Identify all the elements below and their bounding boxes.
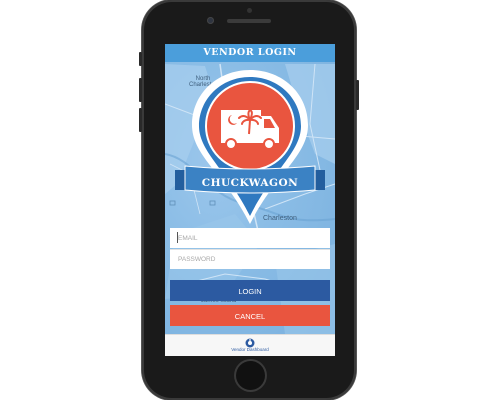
password-field[interactable] [170,249,330,269]
volume-down-button [139,108,142,132]
earpiece-speaker [227,19,271,23]
tab-label: Vendor Dashboard [231,347,269,352]
volume-up-button [139,78,142,102]
chuckwagon-logo [175,70,325,224]
mute-switch [139,52,142,66]
page-title: VENDOR LOGIN [165,44,335,62]
tab-vendor-dashboard[interactable]: Vendor Dashboard [220,336,280,356]
email-field[interactable] [170,228,330,248]
login-button[interactable]: LOGIN [170,280,330,301]
tab-bar: Vendor Dashboard [165,334,335,356]
proximity-sensor [247,8,252,13]
app-screen: North Charleston Charleston James Island… [165,44,335,356]
cancel-button[interactable]: CANCEL [170,305,330,326]
brand-name: CHUCKWAGON [201,177,299,189]
front-camera [207,17,214,24]
power-button [356,80,359,110]
text-cursor [177,232,178,243]
home-button[interactable] [236,361,265,390]
